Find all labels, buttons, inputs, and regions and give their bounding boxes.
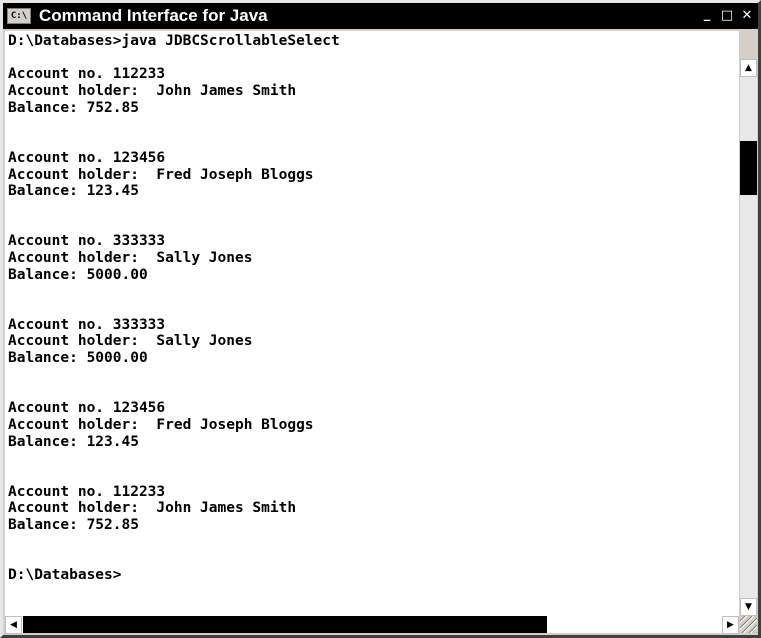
console-line: Account no. 123456 — [8, 149, 166, 166]
window-title: Command Interface for Java — [39, 6, 268, 25]
title-bar[interactable]: C:\ Command Interface for Java _ □ ✕ — [3, 3, 758, 29]
console-line: Balance: 5000.00 — [8, 350, 148, 367]
horizontal-scrollbar[interactable]: ◀ ▶ — [5, 616, 739, 634]
console-line: Account holder: Fred Joseph Bloggs — [8, 416, 314, 433]
resize-grip[interactable] — [740, 616, 757, 633]
console-line: Account holder: John James Smith — [8, 500, 297, 517]
console-line: Account no. 112233 — [8, 483, 166, 500]
console-line: Account holder: Fred Joseph Bloggs — [8, 166, 314, 183]
horizontal-scroll-thumb[interactable] — [23, 616, 547, 633]
console-window: C:\ Command Interface for Java _ □ ✕ D:\… — [0, 0, 761, 638]
console-line: Balance: 123.45 — [8, 433, 139, 450]
vertical-scrollbar[interactable]: ▲ ▼ — [740, 59, 757, 616]
console-line: Account holder: Sally Jones — [8, 249, 253, 266]
scroll-right-arrow-icon[interactable]: ▶ — [722, 616, 739, 634]
maximize-button[interactable]: □ — [718, 6, 736, 24]
close-button[interactable]: ✕ — [738, 6, 756, 24]
minimize-button[interactable]: _ — [698, 6, 716, 24]
window-controls: _ □ ✕ — [698, 6, 756, 24]
console-line: Balance: 123.45 — [8, 183, 139, 200]
console-line: D:\Databases>java JDBCScrollableSelect — [8, 33, 340, 49]
console-line: Balance: 5000.00 — [8, 266, 148, 283]
console-line: Account no. 123456 — [8, 400, 166, 417]
console-line: Account no. 112233 — [8, 66, 166, 83]
vertical-scroll-thumb[interactable] — [740, 141, 757, 195]
console-output[interactable]: D:\Databases>java JDBCScrollableSelect Ac… — [5, 31, 739, 616]
console-icon[interactable]: C:\ — [7, 8, 31, 24]
scroll-down-arrow-icon[interactable]: ▼ — [740, 598, 757, 616]
console-line: Balance: 752.85 — [8, 99, 139, 116]
console-line: Account no. 333333 — [8, 233, 166, 250]
console-line: Account holder: John James Smith — [8, 83, 297, 100]
console-line: Account no. 333333 — [8, 316, 166, 333]
scroll-up-arrow-icon[interactable]: ▲ — [740, 59, 757, 77]
scroll-left-arrow-icon[interactable]: ◀ — [5, 616, 22, 634]
console-line: Account holder: Sally Jones — [8, 333, 253, 350]
console-line: Balance: 752.85 — [8, 516, 139, 533]
console-line: D:\Databases> — [8, 567, 122, 583]
